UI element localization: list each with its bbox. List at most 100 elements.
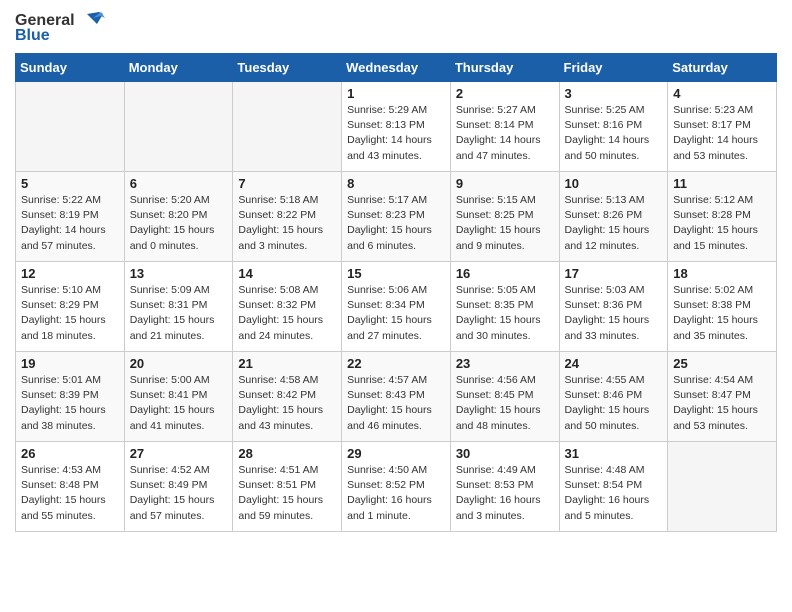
logo: GeneralBlue xyxy=(15,10,105,45)
day-number: 20 xyxy=(130,356,228,371)
weekday-header-thursday: Thursday xyxy=(450,54,559,82)
day-number: 6 xyxy=(130,176,228,191)
calendar-week-row: 12 Sunrise: 5:10 AM Sunset: 8:29 PM Dayli… xyxy=(16,262,777,352)
day-info: Sunrise: 5:08 AM Sunset: 8:32 PM Dayligh… xyxy=(238,283,336,344)
calendar-cell: 22 Sunrise: 4:57 AM Sunset: 8:43 PM Dayli… xyxy=(342,352,451,442)
day-number: 22 xyxy=(347,356,445,371)
day-number: 25 xyxy=(673,356,771,371)
calendar-cell: 23 Sunrise: 4:56 AM Sunset: 8:45 PM Dayli… xyxy=(450,352,559,442)
day-info: Sunrise: 5:22 AM Sunset: 8:19 PM Dayligh… xyxy=(21,193,119,254)
calendar-cell xyxy=(233,82,342,172)
header: GeneralBlue xyxy=(15,10,777,45)
calendar-cell: 24 Sunrise: 4:55 AM Sunset: 8:46 PM Dayli… xyxy=(559,352,668,442)
day-info: Sunrise: 5:23 AM Sunset: 8:17 PM Dayligh… xyxy=(673,103,771,164)
calendar-cell: 14 Sunrise: 5:08 AM Sunset: 8:32 PM Dayli… xyxy=(233,262,342,352)
calendar-week-row: 1 Sunrise: 5:29 AM Sunset: 8:13 PM Daylig… xyxy=(16,82,777,172)
day-number: 8 xyxy=(347,176,445,191)
day-number: 15 xyxy=(347,266,445,281)
day-info: Sunrise: 5:03 AM Sunset: 8:36 PM Dayligh… xyxy=(565,283,663,344)
calendar-cell: 17 Sunrise: 5:03 AM Sunset: 8:36 PM Dayli… xyxy=(559,262,668,352)
day-info: Sunrise: 4:58 AM Sunset: 8:42 PM Dayligh… xyxy=(238,373,336,434)
weekday-header-sunday: Sunday xyxy=(16,54,125,82)
day-number: 1 xyxy=(347,86,445,101)
day-number: 11 xyxy=(673,176,771,191)
weekday-header-monday: Monday xyxy=(124,54,233,82)
day-number: 27 xyxy=(130,446,228,461)
day-info: Sunrise: 5:12 AM Sunset: 8:28 PM Dayligh… xyxy=(673,193,771,254)
calendar-cell: 5 Sunrise: 5:22 AM Sunset: 8:19 PM Daylig… xyxy=(16,172,125,262)
calendar-cell xyxy=(16,82,125,172)
day-info: Sunrise: 5:29 AM Sunset: 8:13 PM Dayligh… xyxy=(347,103,445,164)
day-info: Sunrise: 5:18 AM Sunset: 8:22 PM Dayligh… xyxy=(238,193,336,254)
calendar-cell: 10 Sunrise: 5:13 AM Sunset: 8:26 PM Dayli… xyxy=(559,172,668,262)
day-number: 16 xyxy=(456,266,554,281)
day-number: 18 xyxy=(673,266,771,281)
day-info: Sunrise: 4:55 AM Sunset: 8:46 PM Dayligh… xyxy=(565,373,663,434)
header-row: SundayMondayTuesdayWednesdayThursdayFrid… xyxy=(16,54,777,82)
calendar-table: SundayMondayTuesdayWednesdayThursdayFrid… xyxy=(15,53,777,532)
day-number: 10 xyxy=(565,176,663,191)
day-number: 7 xyxy=(238,176,336,191)
calendar-cell xyxy=(668,442,777,532)
calendar-cell: 25 Sunrise: 4:54 AM Sunset: 8:47 PM Dayli… xyxy=(668,352,777,442)
day-info: Sunrise: 4:56 AM Sunset: 8:45 PM Dayligh… xyxy=(456,373,554,434)
day-number: 9 xyxy=(456,176,554,191)
calendar-header: SundayMondayTuesdayWednesdayThursdayFrid… xyxy=(16,54,777,82)
logo-svg: GeneralBlue xyxy=(15,10,105,45)
calendar-cell xyxy=(124,82,233,172)
day-number: 31 xyxy=(565,446,663,461)
day-number: 12 xyxy=(21,266,119,281)
day-info: Sunrise: 5:20 AM Sunset: 8:20 PM Dayligh… xyxy=(130,193,228,254)
weekday-header-tuesday: Tuesday xyxy=(233,54,342,82)
calendar-cell: 27Sunrise: 4:52 AM Sunset: 8:49 PM Dayli… xyxy=(124,442,233,532)
day-info: Sunrise: 5:10 AM Sunset: 8:29 PM Dayligh… xyxy=(21,283,119,344)
calendar-cell: 20 Sunrise: 5:00 AM Sunset: 8:41 PM Dayli… xyxy=(124,352,233,442)
day-info: Sunrise: 5:13 AM Sunset: 8:26 PM Dayligh… xyxy=(565,193,663,254)
calendar-cell: 11 Sunrise: 5:12 AM Sunset: 8:28 PM Dayli… xyxy=(668,172,777,262)
calendar-cell: 9Sunrise: 5:15 AM Sunset: 8:25 PM Daylig… xyxy=(450,172,559,262)
calendar-cell: 28Sunrise: 4:51 AM Sunset: 8:51 PM Dayli… xyxy=(233,442,342,532)
day-info: Sunrise: 4:53 AM Sunset: 8:48 PM Dayligh… xyxy=(21,463,119,524)
calendar-cell: 1 Sunrise: 5:29 AM Sunset: 8:13 PM Daylig… xyxy=(342,82,451,172)
weekday-header-friday: Friday xyxy=(559,54,668,82)
calendar-cell: 30Sunrise: 4:49 AM Sunset: 8:53 PM Dayli… xyxy=(450,442,559,532)
calendar-cell: 19 Sunrise: 5:01 AM Sunset: 8:39 PM Dayli… xyxy=(16,352,125,442)
day-number: 4 xyxy=(673,86,771,101)
day-info: Sunrise: 5:00 AM Sunset: 8:41 PM Dayligh… xyxy=(130,373,228,434)
day-info: Sunrise: 4:57 AM Sunset: 8:43 PM Dayligh… xyxy=(347,373,445,434)
calendar-cell: 21 Sunrise: 4:58 AM Sunset: 8:42 PM Dayli… xyxy=(233,352,342,442)
day-number: 19 xyxy=(21,356,119,371)
day-info: Sunrise: 5:01 AM Sunset: 8:39 PM Dayligh… xyxy=(21,373,119,434)
day-info: Sunrise: 4:50 AM Sunset: 8:52 PM Dayligh… xyxy=(347,463,445,524)
day-number: 14 xyxy=(238,266,336,281)
day-info: Sunrise: 4:54 AM Sunset: 8:47 PM Dayligh… xyxy=(673,373,771,434)
calendar-cell: 7 Sunrise: 5:18 AM Sunset: 8:22 PM Daylig… xyxy=(233,172,342,262)
calendar-cell: 26Sunrise: 4:53 AM Sunset: 8:48 PM Dayli… xyxy=(16,442,125,532)
calendar-cell: 3Sunrise: 5:25 AM Sunset: 8:16 PM Daylig… xyxy=(559,82,668,172)
main-container: GeneralBlue SundayMondayTuesdayWednesday… xyxy=(0,0,792,542)
day-info: Sunrise: 5:05 AM Sunset: 8:35 PM Dayligh… xyxy=(456,283,554,344)
day-number: 23 xyxy=(456,356,554,371)
day-number: 5 xyxy=(21,176,119,191)
calendar-cell: 2Sunrise: 5:27 AM Sunset: 8:14 PM Daylig… xyxy=(450,82,559,172)
calendar-cell: 31 Sunrise: 4:48 AM Sunset: 8:54 PM Dayli… xyxy=(559,442,668,532)
calendar-week-row: 19 Sunrise: 5:01 AM Sunset: 8:39 PM Dayli… xyxy=(16,352,777,442)
day-number: 21 xyxy=(238,356,336,371)
day-info: Sunrise: 5:25 AM Sunset: 8:16 PM Dayligh… xyxy=(565,103,663,164)
day-info: Sunrise: 4:48 AM Sunset: 8:54 PM Dayligh… xyxy=(565,463,663,524)
day-number: 29 xyxy=(347,446,445,461)
calendar-cell: 18Sunrise: 5:02 AM Sunset: 8:38 PM Dayli… xyxy=(668,262,777,352)
day-info: Sunrise: 5:27 AM Sunset: 8:14 PM Dayligh… xyxy=(456,103,554,164)
weekday-header-wednesday: Wednesday xyxy=(342,54,451,82)
calendar-week-row: 5 Sunrise: 5:22 AM Sunset: 8:19 PM Daylig… xyxy=(16,172,777,262)
day-number: 17 xyxy=(565,266,663,281)
day-info: Sunrise: 5:06 AM Sunset: 8:34 PM Dayligh… xyxy=(347,283,445,344)
day-info: Sunrise: 5:09 AM Sunset: 8:31 PM Dayligh… xyxy=(130,283,228,344)
calendar-cell: 13Sunrise: 5:09 AM Sunset: 8:31 PM Dayli… xyxy=(124,262,233,352)
calendar-cell: 12 Sunrise: 5:10 AM Sunset: 8:29 PM Dayli… xyxy=(16,262,125,352)
calendar-cell: 29 Sunrise: 4:50 AM Sunset: 8:52 PM Dayli… xyxy=(342,442,451,532)
day-info: Sunrise: 4:49 AM Sunset: 8:53 PM Dayligh… xyxy=(456,463,554,524)
calendar-cell: 16 Sunrise: 5:05 AM Sunset: 8:35 PM Dayli… xyxy=(450,262,559,352)
day-number: 24 xyxy=(565,356,663,371)
calendar-cell: 4 Sunrise: 5:23 AM Sunset: 8:17 PM Daylig… xyxy=(668,82,777,172)
